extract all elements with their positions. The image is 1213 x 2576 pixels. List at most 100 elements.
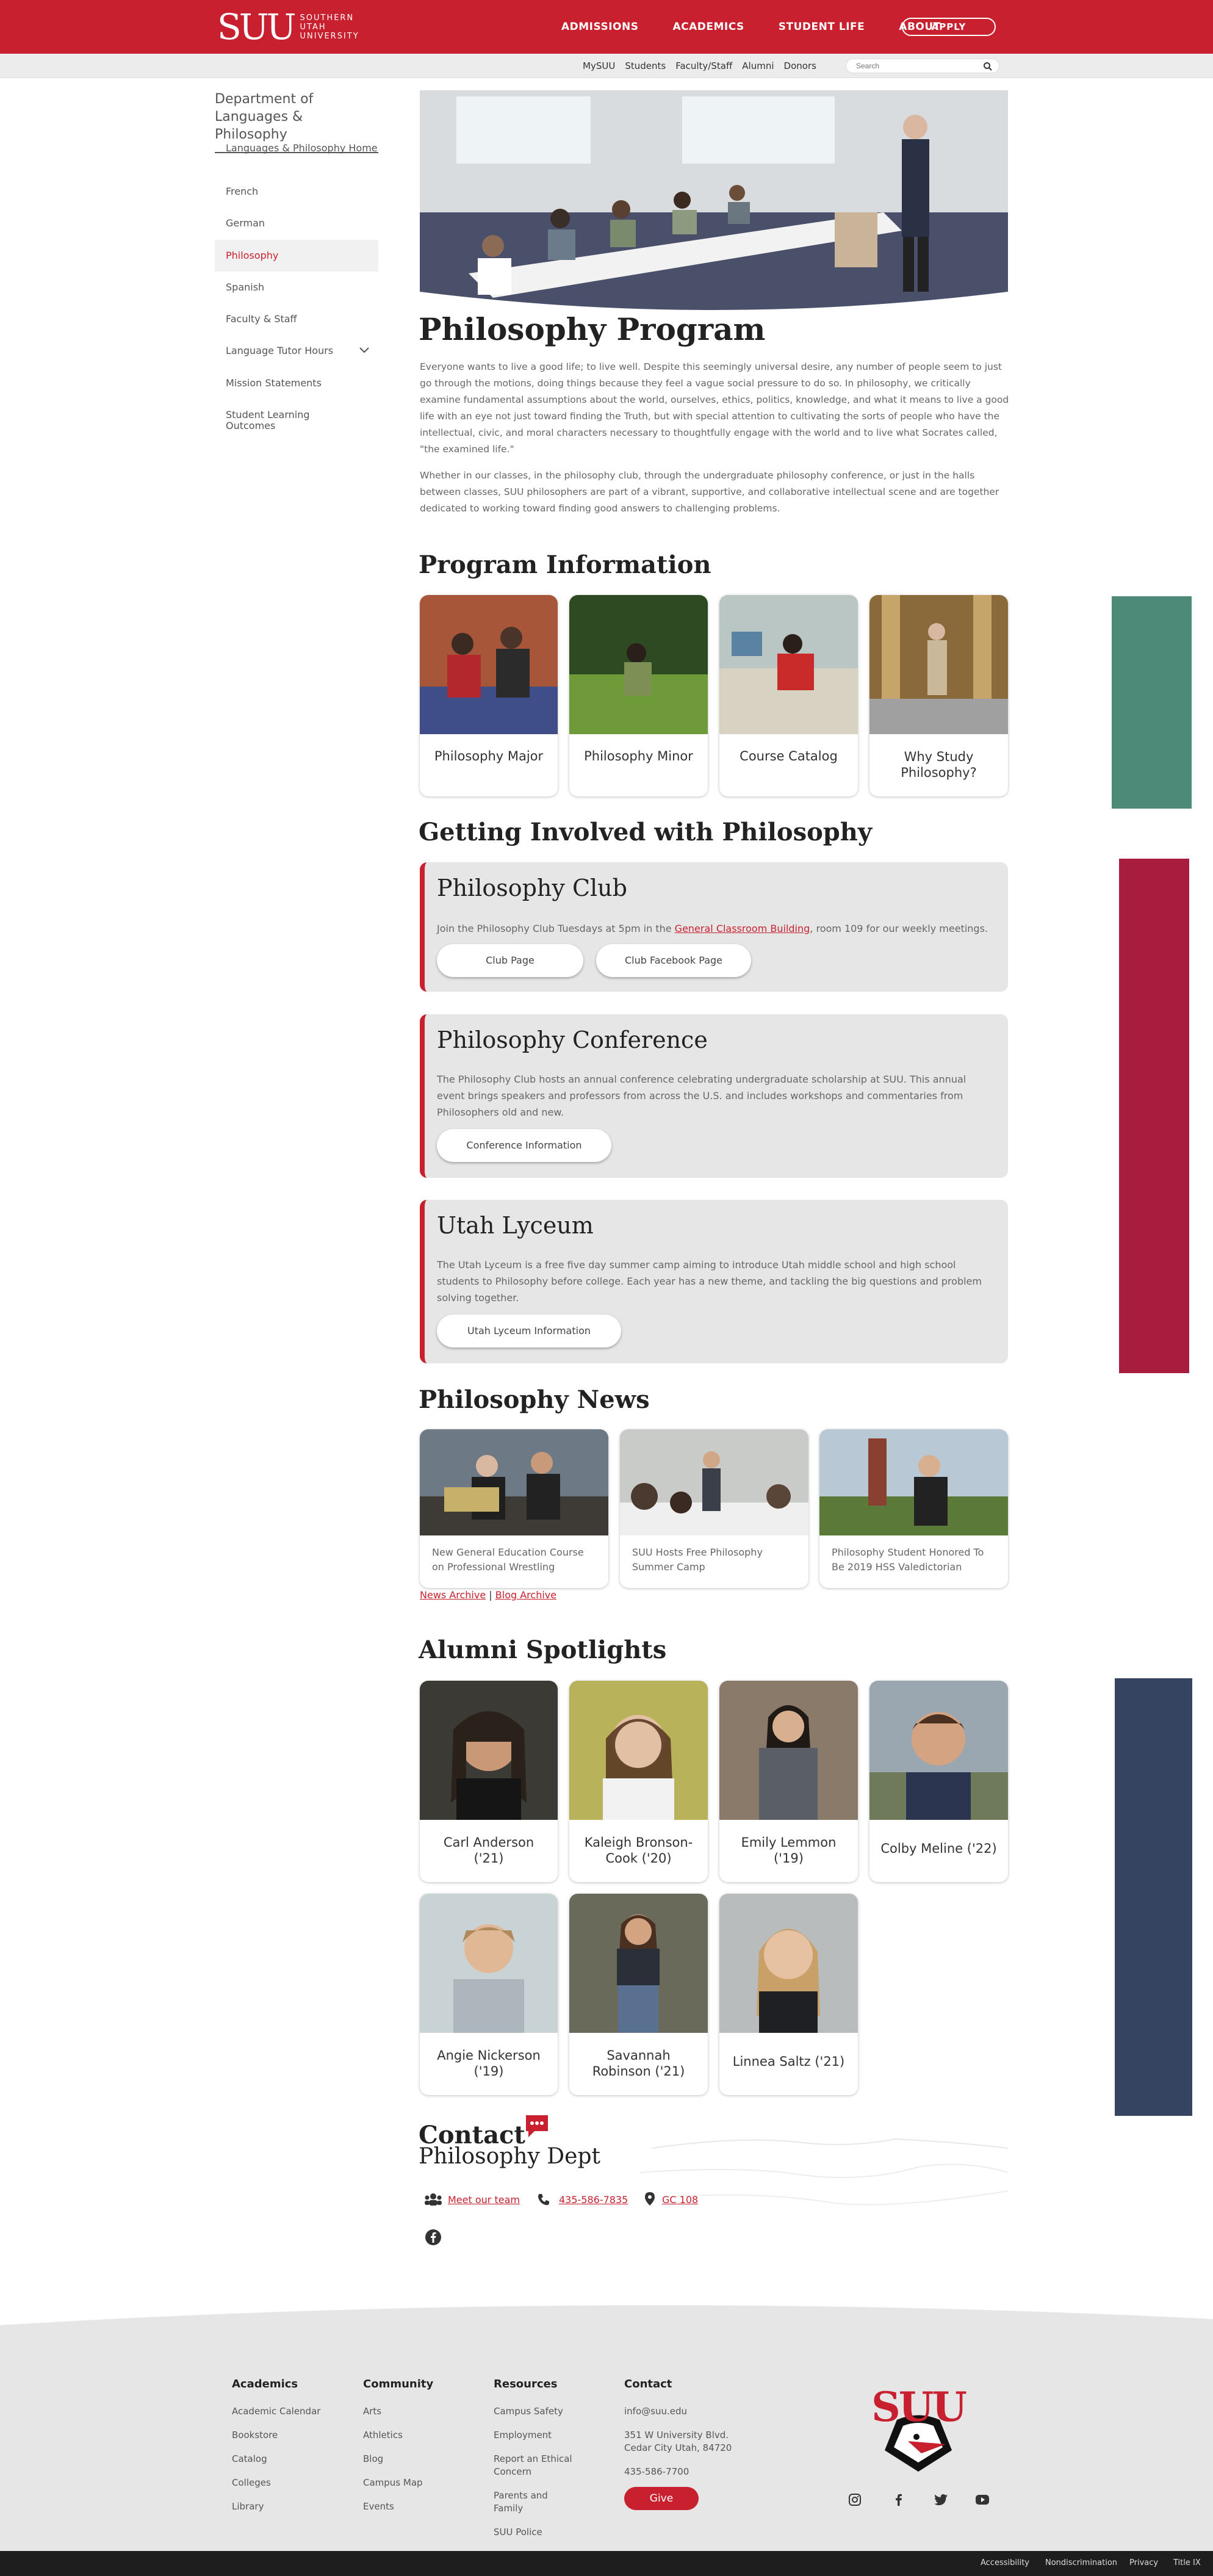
alumni-photo	[569, 1894, 708, 2033]
nav-alumni[interactable]: Alumni	[742, 60, 774, 71]
sidebar-item-outcomes[interactable]: Student Learning Outcomes	[215, 409, 337, 431]
footer-address: 351 W University Blvd. Cedar City Utah, …	[624, 2430, 732, 2453]
footer-link-catalog[interactable]: Catalog	[232, 2453, 320, 2466]
gc-building-link[interactable]: General Classroom Building	[675, 923, 810, 934]
give-button[interactable]: Give	[624, 2487, 699, 2510]
facebook-footer-icon[interactable]	[892, 2493, 905, 2509]
program-card-image	[569, 595, 708, 734]
sidebar-item-tutor-hours[interactable]: Language Tutor Hours	[215, 345, 355, 356]
legal-bar: Accessibility Nondiscrimination Privacy …	[0, 2551, 1213, 2576]
footer-link-suu-police[interactable]: SUU Police	[494, 2526, 579, 2539]
meet-team-link[interactable]: Meet our team	[448, 2194, 520, 2206]
sidebar-item-french[interactable]: French	[215, 186, 378, 197]
nav-academics[interactable]: ACADEMICS	[672, 21, 744, 33]
footer-link-ethical-concern[interactable]: Report an Ethical Concern	[494, 2453, 579, 2478]
alumni-card[interactable]: Savannah Robinson ('21)	[569, 1894, 708, 2095]
alumni-card[interactable]: Colby Meline ('22)	[869, 1681, 1008, 1882]
footer-email-link[interactable]: info@suu.edu	[624, 2405, 740, 2418]
alumni-photo	[569, 1681, 708, 1820]
sidebar-item-philosophy[interactable]: Philosophy	[215, 240, 378, 272]
nav-students[interactable]: Students	[625, 60, 666, 71]
alumni-name: Savannah Robinson ('21)	[592, 2048, 685, 2079]
footer-phone: 435-586-7700	[624, 2466, 689, 2477]
sidebar-item-mission[interactable]: Mission Statements	[215, 378, 378, 389]
chevron-down-icon[interactable]	[359, 345, 370, 357]
alumni-card[interactable]: Kaleigh Bronson-Cook ('20)	[569, 1681, 708, 1882]
accessibility-link[interactable]: Accessibility	[981, 2558, 1029, 2567]
location-pin-icon	[644, 2192, 655, 2209]
program-card-minor[interactable]: Philosophy Minor	[569, 595, 708, 796]
alumni-card[interactable]: Angie Nickerson ('19)	[420, 1894, 558, 2095]
lyceum-text: The Utah Lyceum is a free five day summe…	[437, 1259, 982, 1304]
phone-link[interactable]: 435-586-7835	[559, 2194, 628, 2206]
program-card-image	[420, 595, 558, 734]
instagram-icon[interactable]	[848, 2493, 862, 2509]
room-link[interactable]: GC 108	[662, 2194, 698, 2206]
program-card-label: Why Study Philosophy?	[901, 749, 977, 780]
conference-info-button[interactable]: Conference Information	[437, 1129, 611, 1162]
sidebar-item-spanish[interactable]: Spanish	[215, 282, 378, 293]
nav-donors[interactable]: Donors	[784, 60, 816, 71]
archive-links: News Archive | Blog Archive	[420, 1589, 556, 1601]
nondiscrimination-link[interactable]: Nondiscrimination	[1045, 2558, 1117, 2567]
twitter-icon[interactable]	[934, 2493, 948, 2509]
sidebar-item-home[interactable]: Languages & Philosophy Home	[215, 143, 378, 154]
suu-logo[interactable]: SUU SOUTHERN UTAH UNIVERSITY	[217, 9, 380, 45]
club-text-after: , room 109 for our weekly meetings.	[810, 923, 988, 934]
footer-contact: Contact info@suu.edu 351 W University Bl…	[624, 2378, 740, 2489]
alumni-card[interactable]: Carl Anderson ('21)	[420, 1681, 558, 1882]
program-card-major[interactable]: Philosophy Major	[420, 595, 558, 796]
news-card-wrestling[interactable]: New General Education Course on Professi…	[420, 1429, 608, 1588]
nav-admissions[interactable]: ADMISSIONS	[561, 21, 638, 33]
alumni-photo	[869, 1681, 1008, 1820]
program-card-catalog[interactable]: Course Catalog	[719, 595, 858, 796]
footer-link-athletics[interactable]: Athletics	[363, 2429, 433, 2442]
sidebar-item-faculty-staff[interactable]: Faculty & Staff	[215, 314, 378, 325]
lyceum-info-button[interactable]: Utah Lyceum Information	[437, 1315, 621, 1348]
footer-link-bookstore[interactable]: Bookstore	[232, 2429, 320, 2442]
nav-student-life[interactable]: STUDENT LIFE	[779, 21, 865, 33]
footer-academics: Academics Academic Calendar Bookstore Ca…	[232, 2378, 320, 2524]
footer-link-library[interactable]: Library	[232, 2500, 320, 2513]
apply-button[interactable]: APPLY	[902, 18, 996, 36]
program-card-label: Philosophy Minor	[584, 749, 693, 763]
club-text: Join the Philosophy Club Tuesdays at 5pm…	[437, 920, 990, 937]
nav-mysuu[interactable]: MySUU	[583, 60, 615, 71]
footer-link-colleges[interactable]: Colleges	[232, 2477, 320, 2489]
footer-link-academic-calendar[interactable]: Academic Calendar	[232, 2405, 320, 2418]
footer-link-arts[interactable]: Arts	[363, 2405, 433, 2418]
facebook-icon[interactable]	[425, 2229, 442, 2248]
news-card-summer-camp[interactable]: SUU Hosts Free Philosophy Summer Camp	[620, 1429, 808, 1588]
team-icon	[424, 2193, 442, 2209]
club-page-button[interactable]: Club Page	[437, 944, 583, 977]
footer-link-employment[interactable]: Employment	[494, 2429, 579, 2442]
youtube-icon[interactable]	[975, 2494, 990, 2508]
alumni-card[interactable]: Emily Lemmon ('19)	[719, 1681, 858, 1882]
footer-background	[0, 2295, 1213, 2551]
blog-archive-link[interactable]: Blog Archive	[495, 1589, 556, 1601]
news-archive-link[interactable]: News Archive	[420, 1589, 486, 1601]
title-ix-link[interactable]: Title IX	[1173, 2558, 1201, 2567]
alumni-card[interactable]: Linnea Saltz ('21)	[719, 1894, 858, 2095]
privacy-link[interactable]: Privacy	[1129, 2558, 1158, 2567]
club-facebook-button[interactable]: Club Facebook Page	[596, 944, 751, 977]
footer-link-campus-map[interactable]: Campus Map	[363, 2477, 433, 2489]
footer-link-events[interactable]: Events	[363, 2500, 433, 2513]
search-icon[interactable]	[983, 62, 993, 74]
news-card-valedictorian[interactable]: Philosophy Student Honored To Be 2019 HS…	[819, 1429, 1008, 1588]
club-title: Philosophy Club	[437, 875, 627, 901]
alumni-name: Emily Lemmon ('19)	[741, 1835, 837, 1866]
phone-icon	[537, 2193, 550, 2209]
footer-community-title: Community	[363, 2378, 434, 2390]
footer-link-blog[interactable]: Blog	[363, 2453, 433, 2466]
nav-faculty-staff[interactable]: Faculty/Staff	[675, 60, 732, 71]
search-input[interactable]	[856, 62, 972, 70]
footer-link-parents-family[interactable]: Parents and Family	[494, 2489, 579, 2515]
archive-separator: |	[489, 1589, 492, 1601]
program-card-why-study[interactable]: Why Study Philosophy?	[869, 595, 1008, 796]
side-decor-green	[1112, 596, 1192, 809]
footer-academics-title: Academics	[232, 2378, 298, 2390]
alumni-photo	[420, 1894, 558, 2033]
footer-link-campus-safety[interactable]: Campus Safety	[494, 2405, 579, 2418]
sidebar-item-german[interactable]: German	[215, 218, 378, 229]
